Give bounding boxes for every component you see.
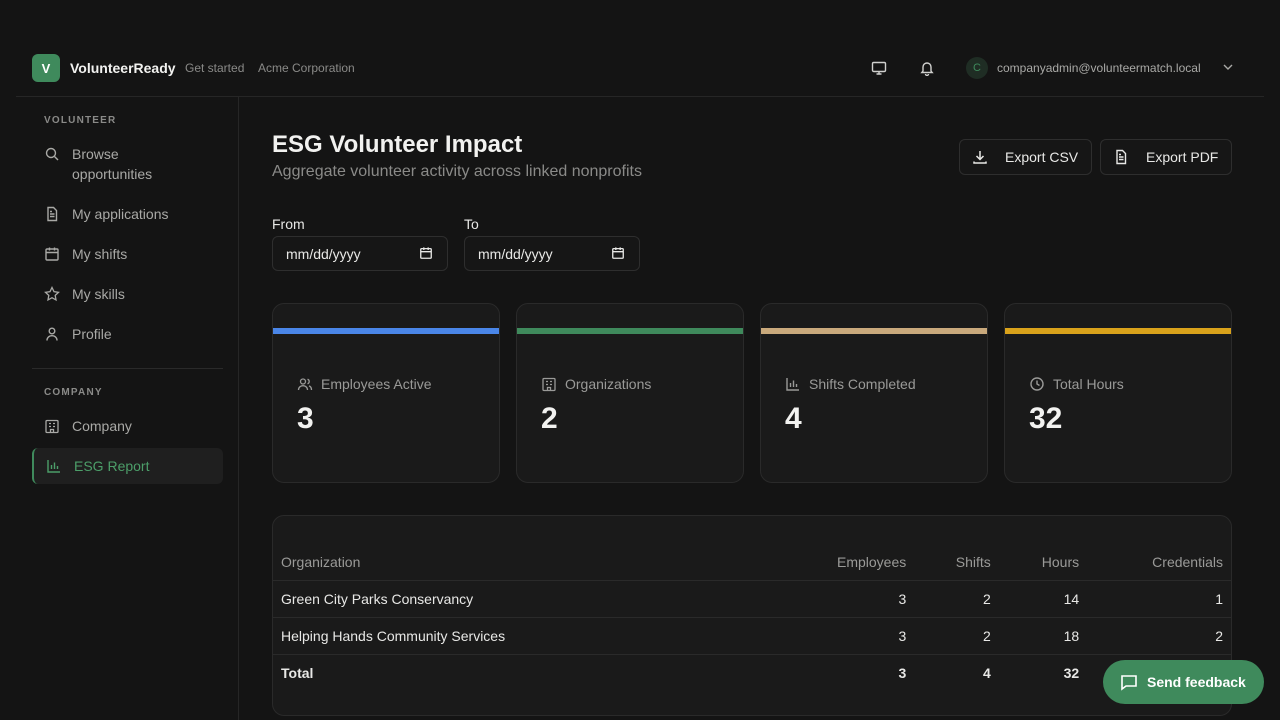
cell-total-hours: 32 (998, 653, 1088, 691)
sidebar-item-label: My skills (72, 286, 125, 302)
stat-accent-bar (273, 328, 499, 334)
building-icon (32, 416, 72, 436)
sidebar-item-profile[interactable]: Profile (32, 324, 223, 344)
to-label: To (464, 216, 479, 232)
column-header-shifts[interactable]: Shifts (914, 544, 999, 580)
sidebar-divider (32, 368, 223, 369)
sidebar: VOLUNTEER Browse opportunities My applic… (16, 97, 239, 720)
calendar-icon[interactable] (419, 246, 433, 263)
from-label: From (272, 216, 305, 232)
stat-value: 32 (1029, 402, 1063, 435)
breadcrumb-get-started[interactable]: Get started (185, 61, 244, 75)
cell-organization: Green City Parks Conservancy (273, 579, 773, 617)
export-csv-button[interactable]: Export CSV (959, 139, 1092, 175)
stat-accent-bar (517, 328, 743, 334)
bar-chart-icon (785, 376, 801, 392)
stat-card-total-hours: Total Hours 32 (1004, 303, 1232, 483)
to-date-placeholder: mm/dd/yyyy (478, 245, 553, 262)
cell-credentials: 2 (1087, 616, 1231, 654)
cell-total-employees: 3 (773, 653, 915, 691)
export-pdf-button[interactable]: Export PDF (1100, 139, 1232, 175)
stat-value: 2 (541, 402, 558, 435)
top-bar: V VolunteerReady Get started Acme Corpor… (16, 38, 1264, 97)
building-icon (541, 376, 557, 392)
cell-credentials: 1 (1087, 579, 1231, 617)
export-csv-label: Export CSV (1005, 149, 1079, 165)
table-row[interactable]: Helping Hands Community Services 3 2 18 … (273, 616, 1231, 654)
search-icon (32, 144, 72, 164)
bar-chart-icon (34, 456, 74, 476)
cell-total-label: Total (273, 653, 773, 691)
from-date-input[interactable]: mm/dd/yyyy (272, 236, 448, 271)
monitor-icon[interactable] (868, 57, 890, 79)
sidebar-item-label: Profile (72, 326, 112, 342)
document-icon (1112, 148, 1130, 166)
bell-icon[interactable] (916, 57, 938, 79)
cell-employees: 3 (773, 579, 915, 617)
sidebar-item-company[interactable]: Company (32, 416, 223, 436)
table-header-row: Organization Employees Shifts Hours Cred… (273, 544, 1231, 580)
sidebar-item-esg-report[interactable]: ESG Report (32, 448, 223, 484)
section-label-company: COMPANY (44, 387, 103, 398)
calendar-icon (32, 244, 72, 264)
export-pdf-label: Export PDF (1146, 149, 1219, 165)
app-name[interactable]: VolunteerReady (70, 60, 176, 76)
stat-card-shifts-completed: Shifts Completed 4 (760, 303, 988, 483)
from-date-placeholder: mm/dd/yyyy (286, 245, 361, 262)
clock-icon (1029, 376, 1045, 392)
stat-label: Employees Active (321, 376, 432, 392)
breadcrumb-organization[interactable]: Acme Corporation (258, 61, 355, 75)
stat-value: 3 (297, 402, 314, 435)
user-icon (32, 324, 72, 344)
cell-organization: Helping Hands Community Services (273, 616, 773, 654)
cell-hours: 18 (998, 616, 1088, 654)
sidebar-item-label: ESG Report (74, 458, 150, 474)
sidebar-item-my-shifts[interactable]: My shifts (32, 244, 223, 264)
document-icon (32, 204, 72, 224)
column-header-hours[interactable]: Hours (999, 544, 1087, 580)
send-feedback-button[interactable]: Send feedback (1103, 660, 1264, 704)
user-email[interactable]: companyadmin@volunteermatch.local (997, 61, 1201, 75)
sidebar-item-my-applications[interactable]: My applications (32, 204, 223, 224)
table-row[interactable]: Green City Parks Conservancy 3 2 14 1 (273, 579, 1231, 617)
sidebar-item-my-skills[interactable]: My skills (32, 284, 223, 304)
sidebar-item-browse-opportunities[interactable]: Browse opportunities (32, 144, 223, 184)
stat-label: Total Hours (1053, 376, 1124, 392)
chat-icon (1119, 672, 1139, 692)
download-icon (971, 148, 989, 166)
page-subtitle: Aggregate volunteer activity across link… (272, 163, 642, 180)
stat-label: Organizations (565, 376, 652, 392)
cell-total-shifts: 4 (914, 653, 999, 691)
to-date-input[interactable]: mm/dd/yyyy (464, 236, 640, 271)
star-icon (32, 284, 72, 304)
calendar-icon[interactable] (611, 246, 625, 263)
sidebar-item-label: My shifts (72, 246, 128, 262)
cell-employees: 3 (773, 616, 915, 654)
cell-shifts: 2 (914, 579, 999, 617)
stat-label: Shifts Completed (809, 376, 916, 392)
cell-shifts: 2 (914, 616, 999, 654)
app-logo[interactable]: V (32, 54, 60, 82)
avatar[interactable]: C (966, 57, 988, 79)
chevron-down-icon[interactable] (1220, 59, 1236, 80)
organization-table: Organization Employees Shifts Hours Cred… (272, 515, 1232, 716)
column-header-organization[interactable]: Organization (273, 544, 773, 580)
stat-accent-bar (761, 328, 987, 334)
table-total-row: Total 3 4 32 (273, 653, 1231, 691)
stat-value: 4 (785, 402, 802, 435)
sidebar-item-label: My applications (72, 206, 169, 222)
users-icon (297, 376, 313, 392)
stat-card-employees-active: Employees Active 3 (272, 303, 500, 483)
stat-accent-bar (1005, 328, 1231, 334)
section-label-volunteer: VOLUNTEER (44, 115, 117, 126)
cell-hours: 14 (998, 579, 1088, 617)
send-feedback-label: Send feedback (1147, 674, 1246, 690)
column-header-employees[interactable]: Employees (773, 544, 914, 580)
stat-card-organizations: Organizations 2 (516, 303, 744, 483)
column-header-credentials[interactable]: Credentials (1087, 544, 1231, 580)
sidebar-item-label: Company (72, 418, 132, 434)
page-title: ESG Volunteer Impact (272, 131, 523, 158)
sidebar-item-label: Browse opportunities (72, 146, 153, 182)
